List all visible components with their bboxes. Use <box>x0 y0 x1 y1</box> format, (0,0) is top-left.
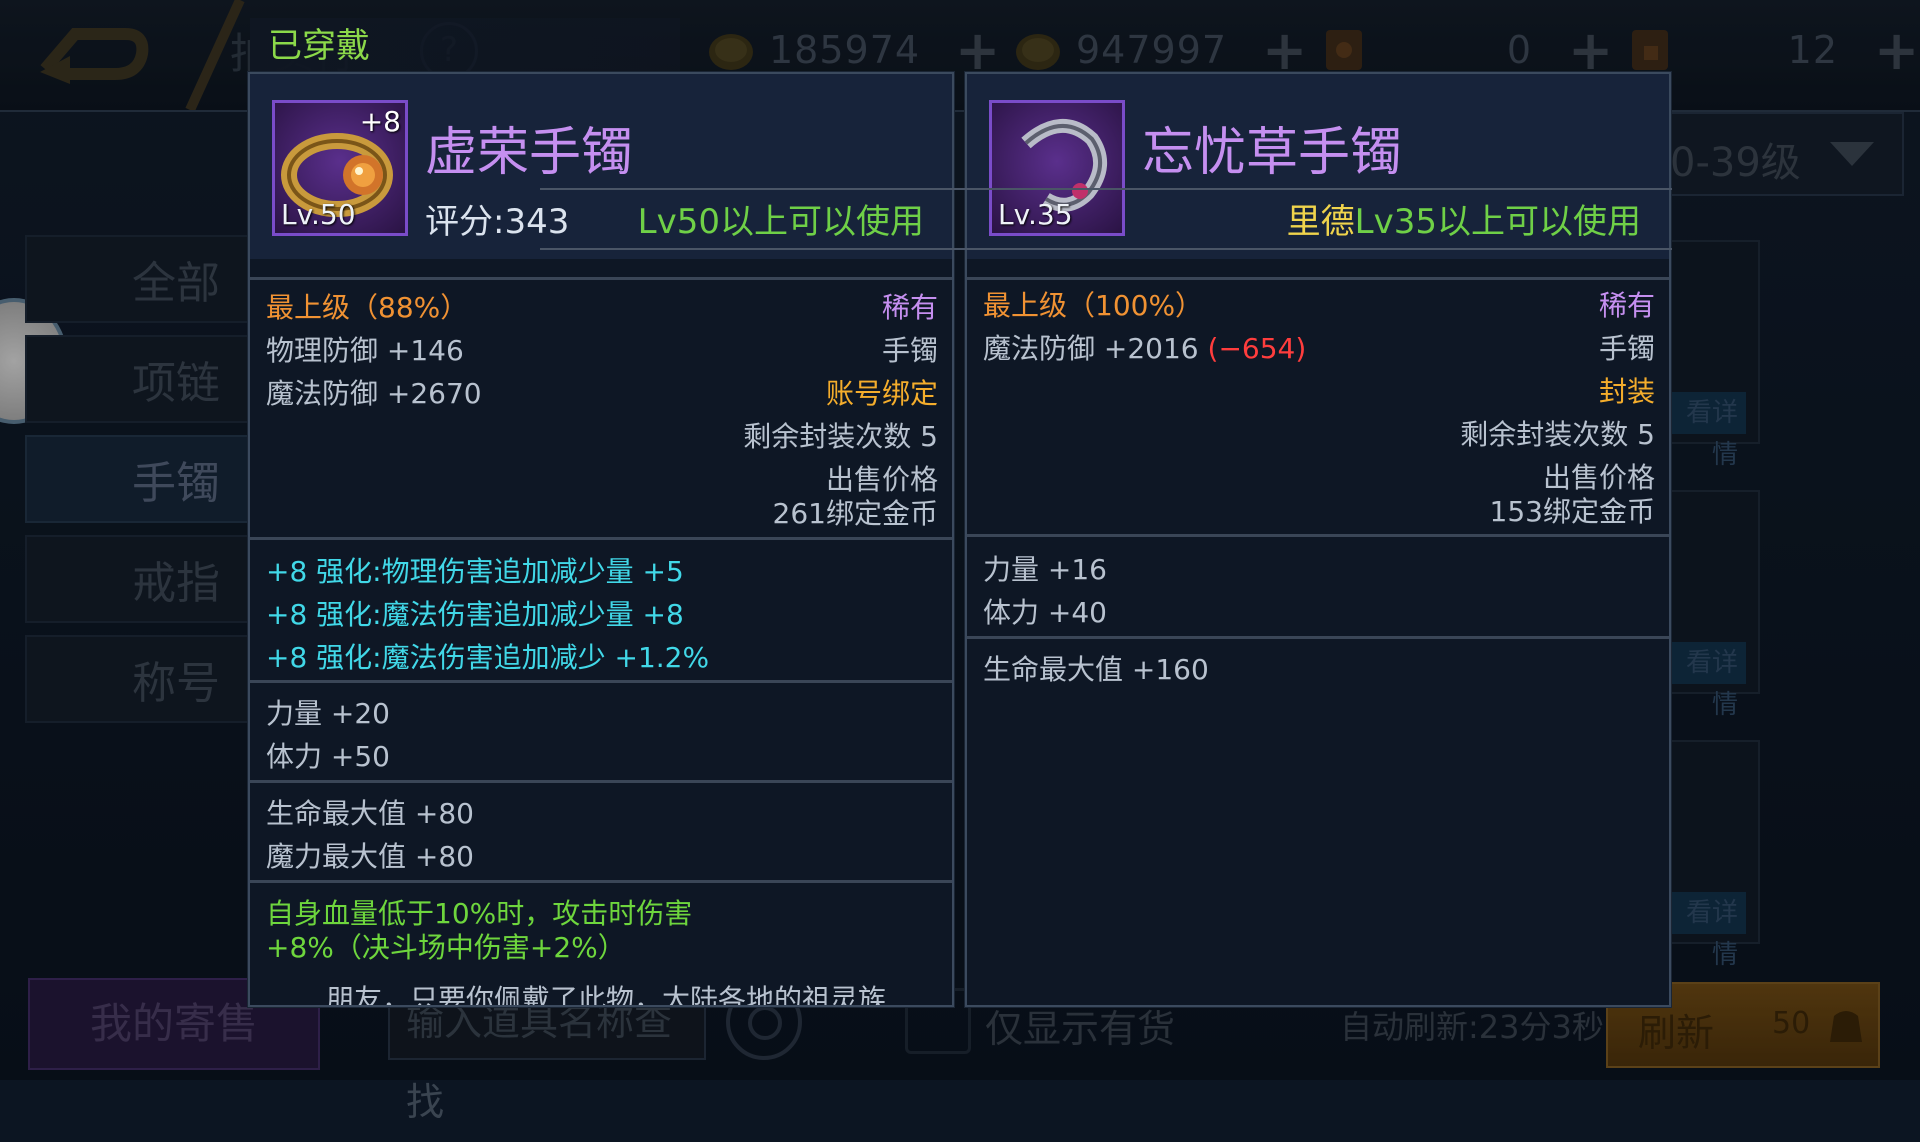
strength-stat: 力量 +16 <box>983 553 1107 586</box>
requirement-strip <box>540 188 1672 250</box>
magic-defense: 魔法防御 +2016 (−654) <box>983 327 1306 367</box>
divider <box>250 880 952 883</box>
vitality-stat: 体力 +50 <box>266 740 390 773</box>
item-name: 虚荣手镯 <box>425 123 634 183</box>
magic-defense-diff: (−654) <box>1207 332 1307 365</box>
enhance-effect: +8 强化:物理伤害追加减少量 +5 <box>266 555 684 588</box>
item-rarity: 稀有 <box>881 291 938 324</box>
equipped-label: 已穿戴 <box>250 18 680 74</box>
item-grade: 最上级（100%） <box>983 289 1204 322</box>
item-flavor-text: 朋友，只要你佩戴了此物，大陆各地的祖灵族 <box>326 983 887 1007</box>
magic-defense: 魔法防御 +2670 <box>266 377 482 410</box>
item-name: 忘忧草手镯 <box>1142 123 1403 183</box>
bind-status: 封装 <box>1598 375 1655 408</box>
bind-status: 账号绑定 <box>825 377 938 410</box>
divider <box>250 277 952 280</box>
item-slot: +8 Lv.50 <box>272 100 408 236</box>
item-rarity: 稀有 <box>1598 289 1655 322</box>
divider <box>250 537 952 540</box>
item-slot-type: 手镯 <box>1598 332 1655 365</box>
enhance-level: +8 <box>359 105 401 138</box>
physical-defense: 物理防御 +146 <box>266 334 464 367</box>
divider <box>967 636 1669 639</box>
enhance-effect: +8 强化:魔法伤害追加减少 +1.2% <box>266 641 710 674</box>
max-hp-stat: 生命最大值 +160 <box>983 653 1209 686</box>
item-grade: 最上级（88%） <box>266 291 469 324</box>
divider <box>250 680 952 683</box>
sell-price: 261绑定金币 <box>772 497 938 530</box>
seal-count: 剩余封装次数 5 <box>743 420 938 453</box>
special-effect: +8%（决斗场中伤害+2%） <box>266 931 626 964</box>
seal-count: 剩余封装次数 5 <box>1460 418 1655 451</box>
max-hp-stat: 生命最大值 +80 <box>266 797 474 830</box>
divider <box>967 534 1669 537</box>
enhance-effect: +8 强化:魔法伤害追加减少量 +8 <box>266 598 684 631</box>
divider <box>250 780 952 783</box>
vitality-stat: 体力 +40 <box>983 596 1107 629</box>
item-level: Lv.50 <box>281 198 356 231</box>
sell-price: 153绑定金币 <box>1489 495 1655 528</box>
magic-defense-value: 魔法防御 +2016 <box>983 332 1199 365</box>
divider <box>967 277 1669 280</box>
item-slot-type: 手镯 <box>881 334 938 367</box>
strength-stat: 力量 +20 <box>266 697 390 730</box>
max-mp-stat: 魔力最大值 +80 <box>266 840 474 873</box>
